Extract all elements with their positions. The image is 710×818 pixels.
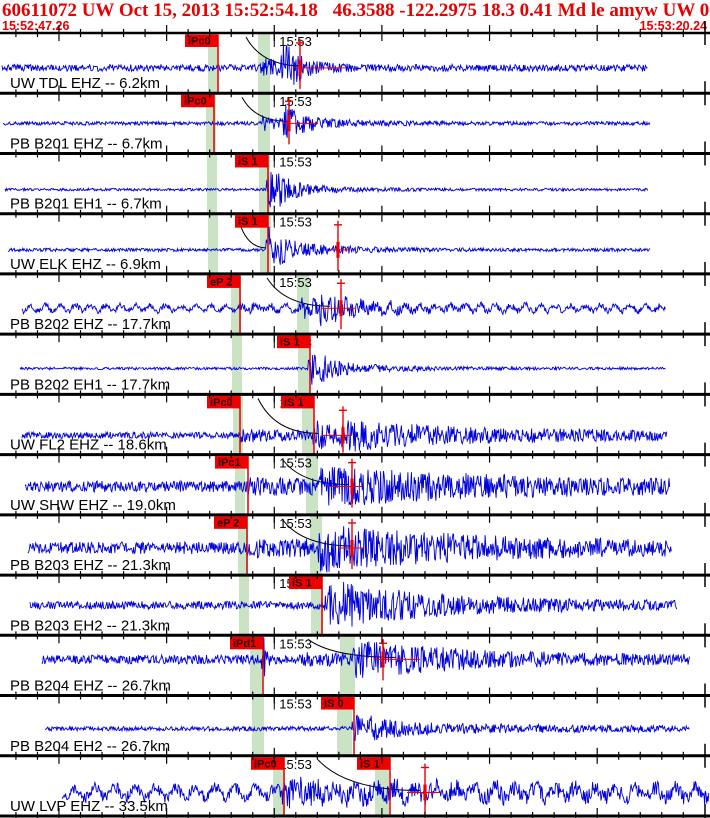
pick-label: iPc0 <box>184 96 207 108</box>
seismogram-canvas[interactable]: 15:53iPc0UW TDL EHZ -- 6.2km15:53iPc0PB … <box>0 0 710 818</box>
pick-label: eP 2 <box>210 276 232 288</box>
pick-label: iPc0 <box>254 758 277 770</box>
trace-station-label: PB B203 EHZ -- 21.3km <box>10 557 171 574</box>
trace-panel: 15:53iS 1PB B201 EH1 -- 6.7km <box>4 154 649 214</box>
coda-bar-thick <box>350 539 354 556</box>
phase-window-band <box>232 335 242 394</box>
trace-panel: 15:53iS 1UW ELK EHZ -- 6.9km <box>7 214 651 274</box>
trace-panel: 15:53iPc0iS 1UW FL2 EHZ -- 18.6km <box>10 395 668 455</box>
trace-panel: 15:53iPd1PB B204 EHZ -- 26.7km <box>10 636 690 696</box>
trace-station-label: UW LVP EHZ -- 33.5km <box>10 798 168 815</box>
coda-bar-thick <box>423 784 427 801</box>
trace-station-label: PB B204 EHZ -- 26.7km <box>10 678 171 695</box>
pick-label: iS 1 <box>284 397 304 409</box>
trace-station-label: PB B204 EH2 -- 26.7km <box>10 738 170 755</box>
trace-panel: 15:53 iS 0PB B204 EH2 -- 26.7km <box>10 696 690 756</box>
waveform-trace[interactable] <box>41 637 690 679</box>
pick-label: eP 2 <box>217 517 239 529</box>
coda-duration-marker[interactable] <box>338 518 364 569</box>
trace-station-label: UW TDL EHZ -- 6.2km <box>10 75 160 92</box>
trace-station-label: UW FL2 EHZ -- 18.6km <box>10 437 167 454</box>
trace-panel: 15:53iPc0 iS 1UW LVP EHZ -- 33.5km <box>10 756 710 816</box>
trace-station-label: PB B202 EH1 -- 17.7km <box>10 376 170 393</box>
trace-station-label: UW SHW EHZ -- 19.0km <box>10 497 176 514</box>
coda-bar-thick <box>298 59 302 76</box>
trace-station-label: PB B203 EH2 -- 21.3km <box>10 617 170 634</box>
coda-bar-thick <box>336 241 340 258</box>
pick-label: iS 1 <box>280 337 300 349</box>
pick-label: iS 1 <box>238 216 258 228</box>
trace-panel: 15:53iS 1PB B203 EH2 -- 21.3km <box>10 576 678 635</box>
coda-bar-thick <box>381 651 385 668</box>
phase-window-band <box>207 154 217 213</box>
trace-station-label: PB B201 EH1 -- 6.7km <box>10 196 162 213</box>
pick-label: iS 0 <box>324 698 344 710</box>
trace-panel: 15:53iS 1PB B202 EH1 -- 17.7km <box>10 335 666 394</box>
trace-panel: 15:53iPc0PB B201 EHZ -- 6.7km <box>2 94 651 153</box>
waveform-trace[interactable] <box>2 104 651 138</box>
pick-label: iS 1 <box>238 156 258 168</box>
trace-station-label: PB B202 EHZ -- 17.7km <box>10 316 171 333</box>
pick-label: iPc1 <box>218 457 241 469</box>
trace-panel: 15:53iPc0UW TDL EHZ -- 6.2km <box>1 34 648 93</box>
pick-label: iPc0 <box>210 397 233 409</box>
trace-station-label: PB B201 EHZ -- 6.7km <box>10 135 163 152</box>
coda-bar-thick <box>287 115 291 132</box>
coda-bar-thick <box>350 478 354 495</box>
trace-panel: 15:53iPc1UW SHW EHZ -- 19.0km <box>10 455 671 515</box>
phase-window-band <box>340 636 355 695</box>
phase-window-band <box>252 696 264 755</box>
coda-bar-thick <box>339 300 343 317</box>
phase-window-band <box>208 214 218 273</box>
waveform-viewer-window: 60611072 UW Oct 15, 2013 15:52:54.18 46.… <box>0 0 710 818</box>
trace-panel: 15:53eP 2PB B202 EHZ -- 17.7km <box>10 274 666 334</box>
coda-duration-marker[interactable] <box>374 639 420 681</box>
trace-panel: 15:53eP 2PB B203 EHZ -- 21.3km <box>10 515 672 575</box>
coda-bar-thick <box>341 427 345 444</box>
pick-label: iPd1 <box>233 638 256 650</box>
pick-label: iS 1 <box>292 578 312 590</box>
pick-label: iPc0 <box>188 36 211 48</box>
pick-label: iS 1 <box>360 758 380 770</box>
trace-station-label: UW ELK EHZ -- 6.9km <box>10 256 161 273</box>
